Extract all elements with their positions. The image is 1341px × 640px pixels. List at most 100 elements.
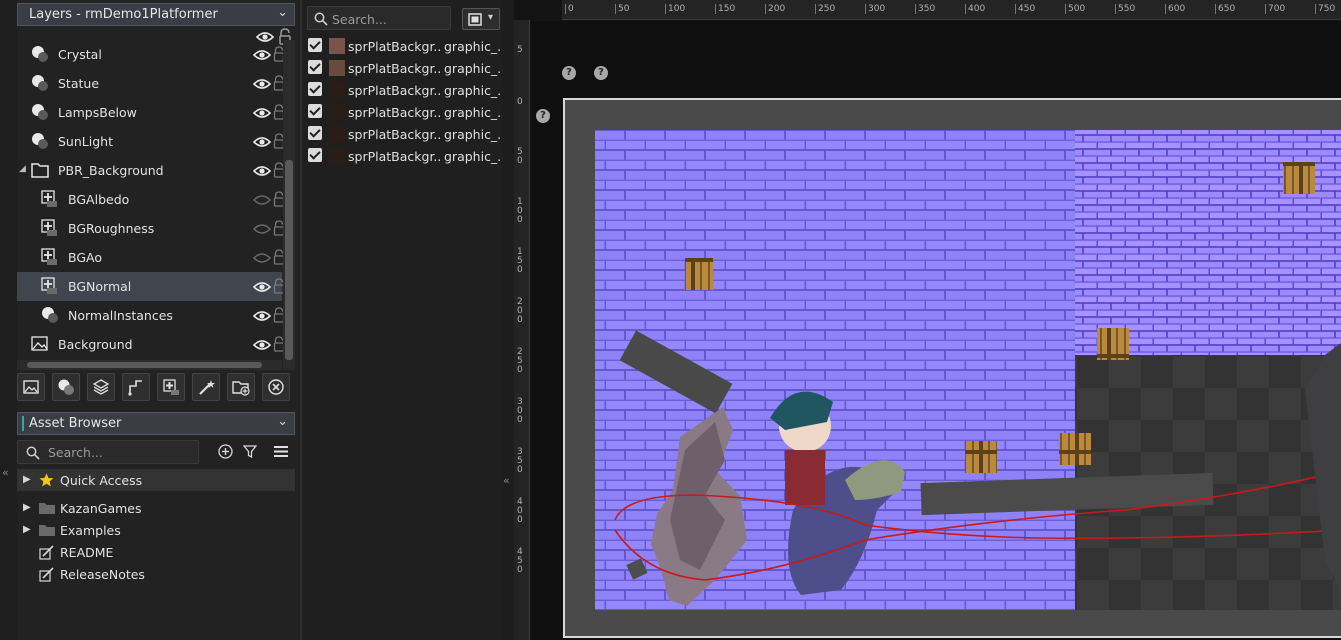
visibility-checkbox[interactable] bbox=[308, 148, 322, 162]
folder-icon bbox=[39, 525, 55, 536]
delete-layer-button[interactable] bbox=[262, 373, 290, 401]
scroll-thumb[interactable] bbox=[27, 362, 262, 368]
visibility-eye-icon[interactable] bbox=[253, 106, 271, 120]
visibility-eye-icon[interactable] bbox=[253, 77, 271, 91]
visibility-eye-icon[interactable] bbox=[253, 135, 271, 149]
add-effect-layer-button[interactable] bbox=[192, 373, 220, 401]
background-layer-icon bbox=[31, 336, 48, 351]
ruler-tick-label: 1 0 0 bbox=[517, 197, 523, 225]
view-mode-button[interactable]: ▾ bbox=[462, 8, 500, 30]
asset-tree-item[interactable]: ▶ Quick Access bbox=[17, 469, 295, 491]
add-tile-layer-button[interactable] bbox=[87, 373, 115, 401]
layer-row[interactable]: NormalInstances bbox=[17, 301, 285, 330]
layers-horizontal-scrollbar[interactable] bbox=[17, 360, 282, 370]
add-effect-layer-icon bbox=[199, 380, 215, 395]
asset-tree-item[interactable]: ▶ KazanGames bbox=[17, 497, 295, 519]
layers-vertical-scrollbar[interactable] bbox=[283, 40, 295, 370]
asset-browser-label: Asset Browser bbox=[29, 416, 122, 431]
sprite-name: sprPlatBackgr... bbox=[348, 127, 440, 142]
visibility-checkbox[interactable] bbox=[308, 38, 322, 52]
layers-dropdown-label: Layers - rmDemo1Platformer bbox=[29, 7, 218, 22]
expand-arrow-icon[interactable]: ◢ bbox=[19, 164, 26, 174]
expand-arrow-icon[interactable]: ▶ bbox=[23, 502, 31, 513]
sprite-name: sprPlatBackgr... bbox=[348, 149, 440, 164]
layer-row[interactable]: SunLight bbox=[17, 127, 285, 156]
menu-icon[interactable] bbox=[274, 445, 288, 458]
sprite-group: graphic_... bbox=[444, 105, 502, 120]
visibility-eye-icon[interactable] bbox=[253, 222, 271, 236]
ruler-tick-label: 2 0 0 bbox=[517, 297, 523, 325]
layer-row[interactable]: Crystal bbox=[17, 40, 285, 69]
sprite-name: sprPlatBackgr... bbox=[348, 105, 440, 120]
ruler-tick-label: 4 0 0 bbox=[517, 497, 523, 525]
light-layer-icon bbox=[32, 133, 48, 149]
layers-dropdown[interactable]: Layers - rmDemo1Platformer ⌄ bbox=[17, 3, 295, 26]
add-path-layer-button[interactable] bbox=[122, 373, 150, 401]
visibility-checkbox[interactable] bbox=[308, 82, 322, 96]
layer-name: BGRoughness bbox=[68, 221, 155, 236]
scroll-thumb[interactable] bbox=[285, 160, 293, 360]
folder-icon bbox=[39, 503, 55, 514]
sprite-row[interactable]: sprPlatBackgr... graphic_... bbox=[305, 35, 503, 57]
asset-search-input[interactable]: Search... bbox=[17, 440, 199, 464]
filter-icon[interactable] bbox=[243, 444, 257, 459]
visibility-eye-icon[interactable] bbox=[253, 48, 271, 62]
ruler-tick-label: 4 5 0 bbox=[517, 547, 523, 575]
help-icon[interactable]: ? bbox=[594, 66, 608, 80]
add-asset-layer-button[interactable] bbox=[157, 373, 185, 401]
layer-name: Background bbox=[58, 337, 133, 352]
layer-name: BGAlbedo bbox=[68, 192, 130, 207]
expand-arrow-icon[interactable]: ▶ bbox=[23, 524, 31, 535]
view-mode-icon bbox=[468, 13, 482, 26]
help-icon[interactable]: ? bbox=[536, 109, 550, 123]
visibility-checkbox[interactable] bbox=[308, 126, 322, 140]
sprite-row[interactable]: sprPlatBackgr... graphic_... bbox=[305, 145, 503, 167]
visibility-eye-icon[interactable] bbox=[253, 251, 271, 265]
visibility-checkbox[interactable] bbox=[308, 60, 322, 74]
sprite-row[interactable]: sprPlatBackgr... graphic_... bbox=[305, 123, 503, 145]
asset-tree-item[interactable]: README bbox=[17, 541, 295, 563]
visibility-eye-icon[interactable] bbox=[253, 309, 271, 323]
add-icon[interactable] bbox=[218, 444, 233, 459]
layer-row[interactable]: ◢ PBR_Background bbox=[17, 156, 285, 185]
asset-tree-item[interactable]: ReleaseNotes bbox=[17, 563, 295, 585]
layer-row[interactable]: BGRoughness bbox=[17, 214, 285, 243]
add-instance-layer-button[interactable] bbox=[52, 373, 80, 401]
ruler-tick-label: 750 bbox=[1315, 4, 1335, 14]
visibility-eye-icon[interactable] bbox=[253, 164, 271, 178]
help-icon[interactable]: ? bbox=[562, 66, 576, 80]
add-folder-button[interactable] bbox=[227, 373, 255, 401]
ruler-tick-label: 100 bbox=[665, 4, 685, 14]
layer-row[interactable]: BGNormal bbox=[17, 272, 285, 301]
layer-row[interactable]: BGAlbedo bbox=[17, 185, 285, 214]
room-bounds[interactable] bbox=[563, 98, 1341, 638]
collapse-middle-icon[interactable]: « bbox=[503, 474, 510, 487]
layer-row[interactable]: LampsBelow bbox=[17, 98, 285, 127]
visibility-eye-icon[interactable] bbox=[253, 338, 271, 352]
collapse-left-icon[interactable]: « bbox=[2, 466, 9, 479]
add-background-layer-button[interactable] bbox=[17, 373, 45, 401]
layer-row[interactable]: BGAo bbox=[17, 243, 285, 272]
ruler-tick-label: 700 bbox=[1265, 4, 1285, 14]
asset-browser-dropdown[interactable]: Asset Browser ⌄ bbox=[17, 412, 295, 435]
ruler-tick-label: 5 bbox=[517, 45, 523, 55]
layer-name: Crystal bbox=[58, 47, 102, 62]
visibility-checkbox[interactable] bbox=[308, 104, 322, 118]
ruler-tick-label: 3 0 0 bbox=[517, 397, 523, 425]
sprite-group: graphic_... bbox=[444, 127, 502, 142]
layer-name: BGAo bbox=[68, 250, 103, 265]
search-placeholder: Search... bbox=[48, 445, 103, 460]
sprite-row[interactable]: sprPlatBackgr... graphic_... bbox=[305, 57, 503, 79]
layer-row[interactable]: Statue bbox=[17, 69, 285, 98]
layer-row[interactable]: Background bbox=[17, 330, 285, 359]
expand-arrow-icon[interactable]: ▶ bbox=[23, 474, 31, 485]
ruler-tick-label: 500 bbox=[1065, 4, 1085, 14]
ruler-top: 0 50 100 150 200 250 300 350 400 450 500 550 600 650 7… bbox=[562, 0, 1341, 20]
asset-layer-search-input[interactable]: Search... bbox=[307, 6, 451, 30]
sprite-row[interactable]: sprPlatBackgr... graphic_... bbox=[305, 79, 503, 101]
visibility-eye-icon[interactable] bbox=[253, 193, 271, 207]
sprite-row[interactable]: sprPlatBackgr... graphic_... bbox=[305, 101, 503, 123]
visibility-eye-icon[interactable] bbox=[253, 280, 271, 294]
room-canvas[interactable]: ? ? ? bbox=[531, 21, 1341, 640]
asset-tree-item[interactable]: ▶ Examples bbox=[17, 519, 295, 541]
